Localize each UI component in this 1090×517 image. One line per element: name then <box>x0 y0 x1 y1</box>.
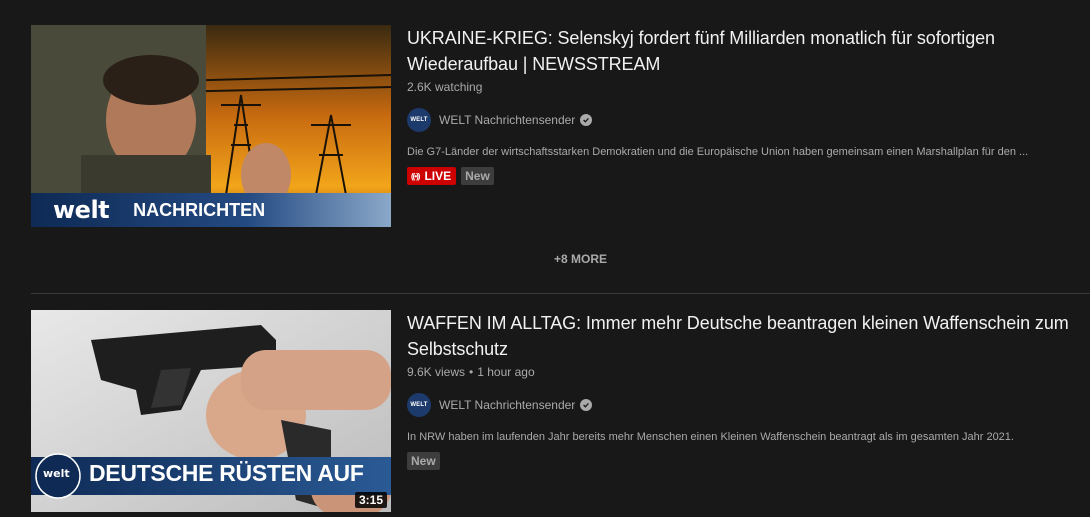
video-thumbnail[interactable]: WELT NACHRICHTEN <box>31 25 391 227</box>
meta-separator: • <box>469 365 474 379</box>
view-count: 2.6K watching <box>407 80 483 94</box>
thumbnail-caption: NACHRICHTEN <box>133 199 266 220</box>
video-info: UKRAINE-KRIEG: Selenskyj fordert fünf Mi… <box>407 25 1090 185</box>
live-icon: ((•)) <box>411 171 421 181</box>
video-result[interactable]: WELT NACHRICHTEN UKRAINE-KRIEG: Selensky… <box>31 25 1090 228</box>
video-meta: 9.6K views • 1 hour ago <box>407 363 1090 381</box>
video-description: Die G7-Länder der wirtschaftsstarken Dem… <box>407 146 1029 158</box>
view-count: 9.6K views <box>407 365 466 379</box>
live-badge: ((•)) LIVE <box>407 167 457 185</box>
new-badge: New <box>461 167 494 185</box>
video-title[interactable]: WAFFEN IM ALLTAG: Immer mehr Deutsche be… <box>407 310 1090 362</box>
channel-avatar[interactable]: WELT <box>407 108 431 132</box>
video-info: WAFFEN IM ALLTAG: Immer mehr Deutsche be… <box>407 310 1090 470</box>
badge-row: New <box>407 452 1090 470</box>
divider <box>31 293 1090 294</box>
verified-icon <box>580 399 593 411</box>
verified-icon <box>580 114 593 126</box>
channel-name[interactable]: WELT Nachrichtensender <box>439 113 575 127</box>
video-result[interactable]: WELT DEUTSCHE RÜSTEN AUF 3:15 WAFFEN IM … <box>31 310 1090 513</box>
welt-logo: WELT <box>43 467 70 480</box>
channel-row[interactable]: WELT WELT Nachrichtensender <box>407 393 1090 417</box>
new-badge: New <box>407 452 440 470</box>
video-duration: 3:15 <box>354 492 387 508</box>
video-thumbnail[interactable]: WELT DEUTSCHE RÜSTEN AUF 3:15 <box>31 310 391 512</box>
badge-row: ((•)) LIVE New <box>407 167 1090 185</box>
video-title[interactable]: UKRAINE-KRIEG: Selenskyj fordert fünf Mi… <box>407 25 1090 77</box>
more-button[interactable]: +8 MORE <box>554 252 607 266</box>
channel-name[interactable]: WELT Nachrichtensender <box>439 398 575 412</box>
channel-row[interactable]: WELT WELT Nachrichtensender <box>407 108 1090 132</box>
video-description: In NRW haben im laufenden Jahr bereits m… <box>407 431 1014 443</box>
channel-avatar[interactable]: WELT <box>407 393 431 417</box>
welt-logo: WELT <box>53 196 110 224</box>
upload-time: 1 hour ago <box>477 365 535 379</box>
thumbnail-caption: DEUTSCHE RÜSTEN AUF <box>89 460 364 486</box>
video-meta: 2.6K watching <box>407 78 1090 96</box>
